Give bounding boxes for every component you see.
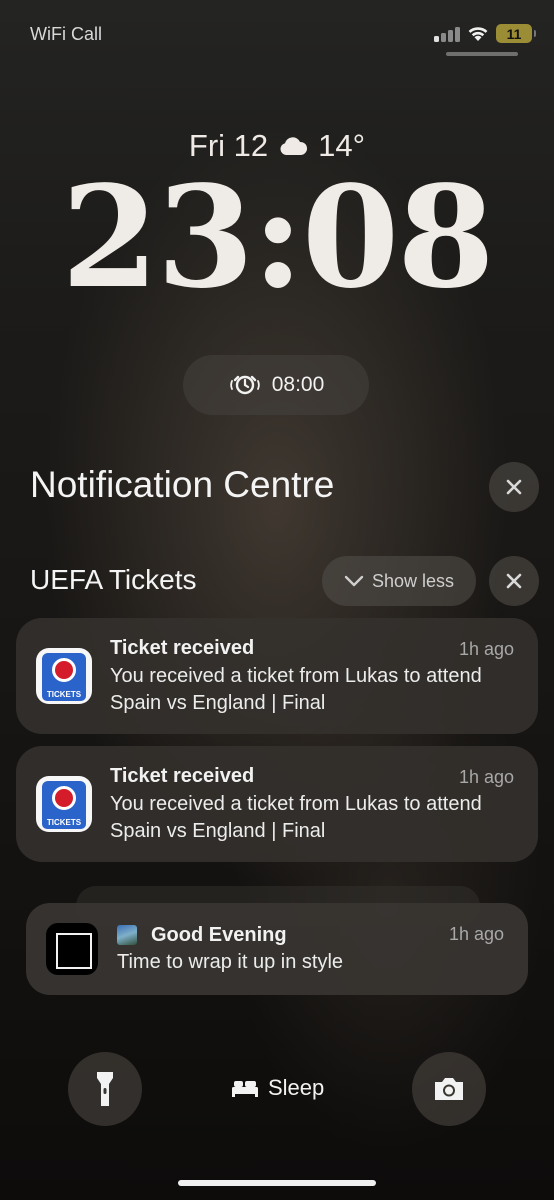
camera-button[interactable] bbox=[412, 1052, 486, 1126]
notification-body: Time to wrap it up in style bbox=[117, 951, 344, 973]
carrier-label: WiFi Call bbox=[30, 24, 102, 44]
uefa-logo-icon bbox=[52, 658, 76, 682]
notification-title: Good Evening bbox=[151, 924, 287, 946]
flashlight-button[interactable] bbox=[68, 1052, 142, 1126]
cloud-icon bbox=[280, 137, 308, 155]
alarm-clock-icon bbox=[229, 375, 260, 395]
notification-body: You received a ticket from Lukas to atte… bbox=[110, 665, 482, 714]
notification-group-title: UEFA Tickets bbox=[30, 564, 197, 595]
clear-group-button[interactable] bbox=[489, 556, 539, 606]
night-picture-emoji-icon bbox=[117, 925, 137, 945]
notification-time: 1h ago bbox=[458, 639, 514, 659]
notification-centre-title: Notification Centre bbox=[30, 464, 335, 505]
notification-title: Ticket received bbox=[110, 637, 255, 659]
show-less-button[interactable]: Show less bbox=[322, 556, 476, 606]
alarm-widget[interactable]: 08:00 bbox=[183, 355, 369, 415]
uefa-tickets-app-icon: TICKETS bbox=[36, 648, 92, 704]
notification-card[interactable]: TICKETS Ticket received 1h ago You recei… bbox=[16, 618, 538, 734]
notification-stack[interactable]: Good Evening 1h ago Time to wrap it up i… bbox=[26, 903, 528, 995]
camera-icon bbox=[435, 1078, 463, 1100]
notification-card[interactable]: TICKETS Ticket received 1h ago You recei… bbox=[16, 746, 538, 862]
notification-body: You received a ticket from Lukas to atte… bbox=[110, 793, 482, 842]
bed-icon bbox=[232, 1081, 258, 1097]
notification-time: 1h ago bbox=[458, 767, 514, 787]
show-less-label: Show less bbox=[371, 570, 455, 591]
notification-time: 1h ago bbox=[448, 924, 504, 944]
chevron-down-icon bbox=[344, 575, 364, 587]
uefa-logo-icon bbox=[52, 786, 76, 810]
control-centre-indicator[interactable] bbox=[446, 52, 518, 56]
flashlight-icon bbox=[97, 1072, 113, 1106]
app-icon bbox=[46, 923, 98, 975]
close-icon bbox=[506, 479, 522, 495]
home-indicator[interactable] bbox=[178, 1180, 376, 1186]
cellular-signal-icon bbox=[434, 26, 462, 42]
notification-title: Ticket received bbox=[110, 765, 255, 787]
sleep-focus-label: Sleep bbox=[230, 1075, 324, 1101]
close-icon bbox=[506, 573, 522, 589]
clear-all-button[interactable] bbox=[489, 462, 539, 512]
battery-indicator: 11 bbox=[496, 24, 536, 43]
uefa-tickets-app-icon: TICKETS bbox=[36, 776, 92, 832]
lock-screen-clock: 23:08 bbox=[61, 156, 494, 320]
alarm-time: 08:00 bbox=[271, 373, 325, 396]
wifi-icon bbox=[466, 23, 490, 43]
sleep-label: Sleep bbox=[268, 1075, 325, 1100]
